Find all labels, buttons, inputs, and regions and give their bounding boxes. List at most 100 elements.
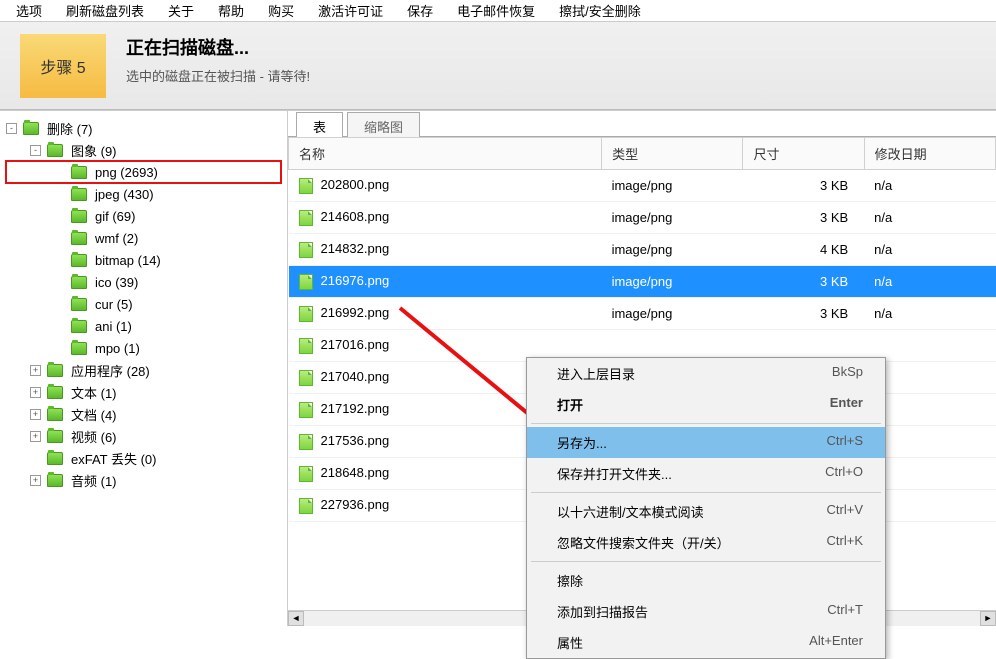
context-menu-item[interactable]: 忽略文件搜索文件夹（开/关）Ctrl+K [527,527,885,558]
step-banner: 步骤 5 正在扫描磁盘... 选中的磁盘正在被扫描 - 请等待! [0,22,996,110]
context-menu-item[interactable]: 保存并打开文件夹... Ctrl+O [527,458,885,489]
folder-icon [71,342,87,355]
menu-label: 添加到扫描报告 [557,602,648,621]
context-menu-item[interactable]: 另存为...Ctrl+S [527,427,885,458]
tree-item[interactable]: exFAT 丢失 (0) [6,447,281,469]
menu-shortcut: Ctrl+O [825,464,863,483]
tree-item[interactable]: jpeg (430) [6,183,281,205]
tree-item-label: 音频 (1) [69,470,119,491]
folder-icon [47,430,63,443]
tree-item-label: 应用程序 (28) [69,360,152,381]
tree-item[interactable]: + 视频 (6) [6,425,281,447]
tree-item[interactable]: +文档 (4) [6,403,281,425]
expand-icon[interactable]: + [30,431,41,442]
menu-item[interactable]: 关于 [156,0,206,22]
menu-item[interactable]: 保存 [395,0,445,22]
column-header[interactable]: 修改日期 [864,138,995,170]
menu-shortcut: Ctrl+K [827,533,863,552]
context-menu-item[interactable]: 进入上层目录BkSp [527,358,885,389]
expand-icon[interactable]: + [30,409,41,420]
menu-item[interactable]: 电子邮件恢复 [445,0,547,22]
column-header[interactable]: 尺寸 [743,138,864,170]
tree-item[interactable]: +文本 (1) [6,381,281,403]
tree-item[interactable]: mpo (1) [6,337,281,359]
step-badge: 步骤 5 [20,34,106,98]
menu-item[interactable]: 帮助 [206,0,256,22]
table-row[interactable]: 216976.pngimage/png3 KBn/a [289,266,996,298]
file-icon [299,242,313,258]
file-type: image/png [602,202,743,234]
folder-icon [47,364,63,377]
file-name: 216992.png [321,305,390,320]
context-menu-item[interactable]: 属性Alt+Enter [527,627,885,658]
context-menu-item[interactable]: 擦除 [527,565,885,596]
folder-icon [47,144,63,157]
table-row[interactable]: 216992.pngimage/png3 KBn/a [289,298,996,330]
folder-icon [47,408,63,421]
tree-item-label: mpo (1) [93,340,142,357]
table-row[interactable]: 202800.pngimage/png3 KBn/a [289,170,996,202]
file-name: 216976.png [321,273,390,288]
menu-item[interactable]: 购买 [256,0,306,22]
tree-item[interactable]: + 应用程序 (28) [6,359,281,381]
file-type: image/png [602,298,743,330]
file-date: n/a [864,234,995,266]
folder-icon [47,386,63,399]
menu-item[interactable]: 刷新磁盘列表 [54,0,156,22]
expand-icon[interactable]: + [30,365,41,376]
expand-icon[interactable]: + [30,387,41,398]
table-row[interactable]: 214832.pngimage/png4 KBn/a [289,234,996,266]
file-icon [299,306,313,322]
tree-item-label: 删除 (7) [45,118,95,139]
menu-item[interactable]: 激活许可证 [306,0,395,22]
folder-icon [71,232,87,245]
context-menu-item[interactable]: 以十六进制/文本模式阅读Ctrl+V [527,496,885,527]
folder-icon [71,210,87,223]
file-icon [299,338,313,354]
folder-tree[interactable]: -删除 (7)-图象 (9)png (2693)jpeg (430)gif (6… [0,113,287,495]
menu-label: 以十六进制/文本模式阅读 [557,502,704,521]
tree-leaf [54,211,65,222]
tree-item-label: wmf (2) [93,230,140,247]
file-name: 202800.png [321,177,390,192]
context-menu-item[interactable]: 添加到扫描报告Ctrl+T [527,596,885,627]
scroll-right-button[interactable]: ► [980,611,996,626]
folder-icon [47,452,63,465]
expand-icon[interactable]: + [30,475,41,486]
tab-thumbnails[interactable]: 缩略图 [347,112,420,137]
column-header[interactable]: 类型 [602,138,743,170]
menu-item[interactable]: 选项 [4,0,54,22]
menu-label: 保存并打开文件夹... [557,464,672,483]
tree-item-label: png (2693) [93,164,160,181]
folder-icon [71,166,87,179]
menu-item[interactable]: 擦拭/安全删除 [547,0,653,22]
tree-item[interactable]: cur (5) [6,293,281,315]
tree-item[interactable]: ico (39) [6,271,281,293]
tree-item[interactable]: + 音频 (1) [6,469,281,491]
tree-item-label: 视频 (6) [69,426,119,447]
table-row[interactable]: 214608.pngimage/png3 KBn/a [289,202,996,234]
collapse-icon[interactable]: - [30,145,41,156]
tree-item[interactable]: -图象 (9) [6,139,281,161]
tree-item[interactable]: gif (69) [6,205,281,227]
scroll-left-button[interactable]: ◄ [288,611,304,626]
file-icon [299,178,313,194]
banner-title: 正在扫描磁盘... [126,34,310,60]
context-menu[interactable]: 进入上层目录BkSp打开Enter另存为...Ctrl+S保存并打开文件夹...… [526,357,886,659]
tab-table[interactable]: 表 [296,112,343,137]
collapse-icon[interactable]: - [6,123,17,134]
tree-item[interactable]: wmf (2) [6,227,281,249]
tree-item[interactable]: ani (1) [6,315,281,337]
menu-shortcut: Alt+Enter [809,633,863,652]
tree-item[interactable]: png (2693) [6,161,281,183]
folder-tree-panel: -删除 (7)-图象 (9)png (2693)jpeg (430)gif (6… [0,111,288,626]
context-menu-item[interactable]: 打开Enter [527,389,885,420]
tree-item[interactable]: - 删除 (7) [6,117,281,139]
column-header[interactable]: 名称 [289,138,602,170]
tree-leaf [54,343,65,354]
tree-item[interactable]: bitmap (14) [6,249,281,271]
file-type: image/png [602,170,743,202]
file-name: 214608.png [321,209,390,224]
file-icon [299,434,313,450]
banner-subtitle: 选中的磁盘正在被扫描 - 请等待! [126,66,310,85]
